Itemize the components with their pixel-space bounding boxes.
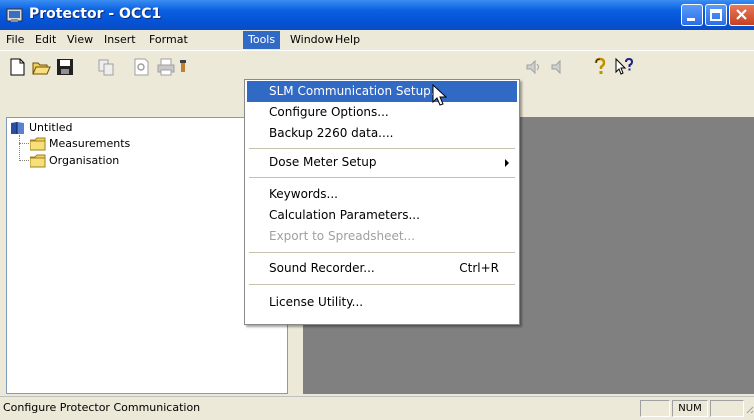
menu-separator xyxy=(249,177,515,178)
shortcut-label: Ctrl+R xyxy=(459,261,499,275)
new-icon[interactable] xyxy=(6,56,28,78)
tool-icon[interactable] xyxy=(179,56,189,78)
resize-grip-icon[interactable] xyxy=(744,403,754,417)
menu-bar: File Edit View Insert Format Tools Windo… xyxy=(0,30,754,50)
print-icon[interactable] xyxy=(155,56,177,78)
menu-separator xyxy=(249,148,515,149)
menu-separator xyxy=(249,252,515,253)
mouse-pointer-icon xyxy=(432,83,452,108)
menu-item-backup-2260-data[interactable]: Backup 2260 data.... xyxy=(247,123,517,144)
folder-icon xyxy=(29,154,46,168)
menu-help[interactable]: Help xyxy=(330,31,365,49)
close-button[interactable] xyxy=(729,4,754,26)
speaker-icon[interactable] xyxy=(523,56,545,78)
tree-root-label: Untitled xyxy=(29,121,73,134)
copy-icon[interactable] xyxy=(95,56,117,78)
status-panel-empty xyxy=(710,400,744,417)
help-icon[interactable] xyxy=(589,56,611,78)
menu-item-slm-communication-setup[interactable]: SLM Communication Setup... xyxy=(247,81,517,102)
status-num: NUM xyxy=(672,400,708,417)
menu-item-calculation-parameters[interactable]: Calculation Parameters... xyxy=(247,205,517,226)
app-icon[interactable] xyxy=(6,6,24,24)
menu-item-license-utility[interactable]: License Utility... xyxy=(247,292,517,313)
menu-item-sound-recorder[interactable]: Sound Recorder... Ctrl+R xyxy=(247,258,517,279)
menu-item-export-to-spreadsheet: Export to Spreadsheet... xyxy=(269,229,415,243)
menu-separator xyxy=(249,284,515,285)
menu-tools[interactable]: Tools xyxy=(243,31,281,49)
status-panel-empty xyxy=(640,400,670,417)
menu-view[interactable]: View xyxy=(62,31,98,49)
context-help-icon[interactable] xyxy=(613,56,635,78)
title-bar[interactable]: Protector - OCC1 xyxy=(0,0,754,30)
minimize-button[interactable] xyxy=(681,4,703,26)
window-title: Protector - OCC1 xyxy=(29,6,162,22)
book-icon xyxy=(10,121,26,135)
menu-edit[interactable]: Edit xyxy=(30,31,61,49)
save-icon[interactable] xyxy=(54,56,76,78)
maximize-button[interactable] xyxy=(705,4,727,26)
menu-file[interactable]: File xyxy=(1,31,29,49)
folder-icon xyxy=(29,137,46,151)
submenu-arrow-icon xyxy=(505,159,509,167)
menu-insert[interactable]: Insert xyxy=(99,31,141,49)
menu-format[interactable]: Format xyxy=(144,31,193,49)
status-bar: Configure Protector Communication NUM xyxy=(0,396,754,418)
menu-item-dose-meter-setup[interactable]: Dose Meter Setup xyxy=(247,152,517,173)
open-icon[interactable] xyxy=(30,56,52,78)
speaker-muted-icon[interactable] xyxy=(547,56,569,78)
tree-item-label: Organisation xyxy=(49,154,120,167)
tree-item-label: Measurements xyxy=(49,137,131,150)
toolbar xyxy=(0,50,754,82)
print-preview-icon[interactable] xyxy=(131,56,153,78)
tools-menu: SLM Communication Setup... Configure Opt… xyxy=(244,79,520,325)
menu-item-configure-options[interactable]: Configure Options... xyxy=(247,102,517,123)
menu-item-keywords[interactable]: Keywords... xyxy=(247,184,517,205)
status-text: Configure Protector Communication xyxy=(3,401,201,414)
